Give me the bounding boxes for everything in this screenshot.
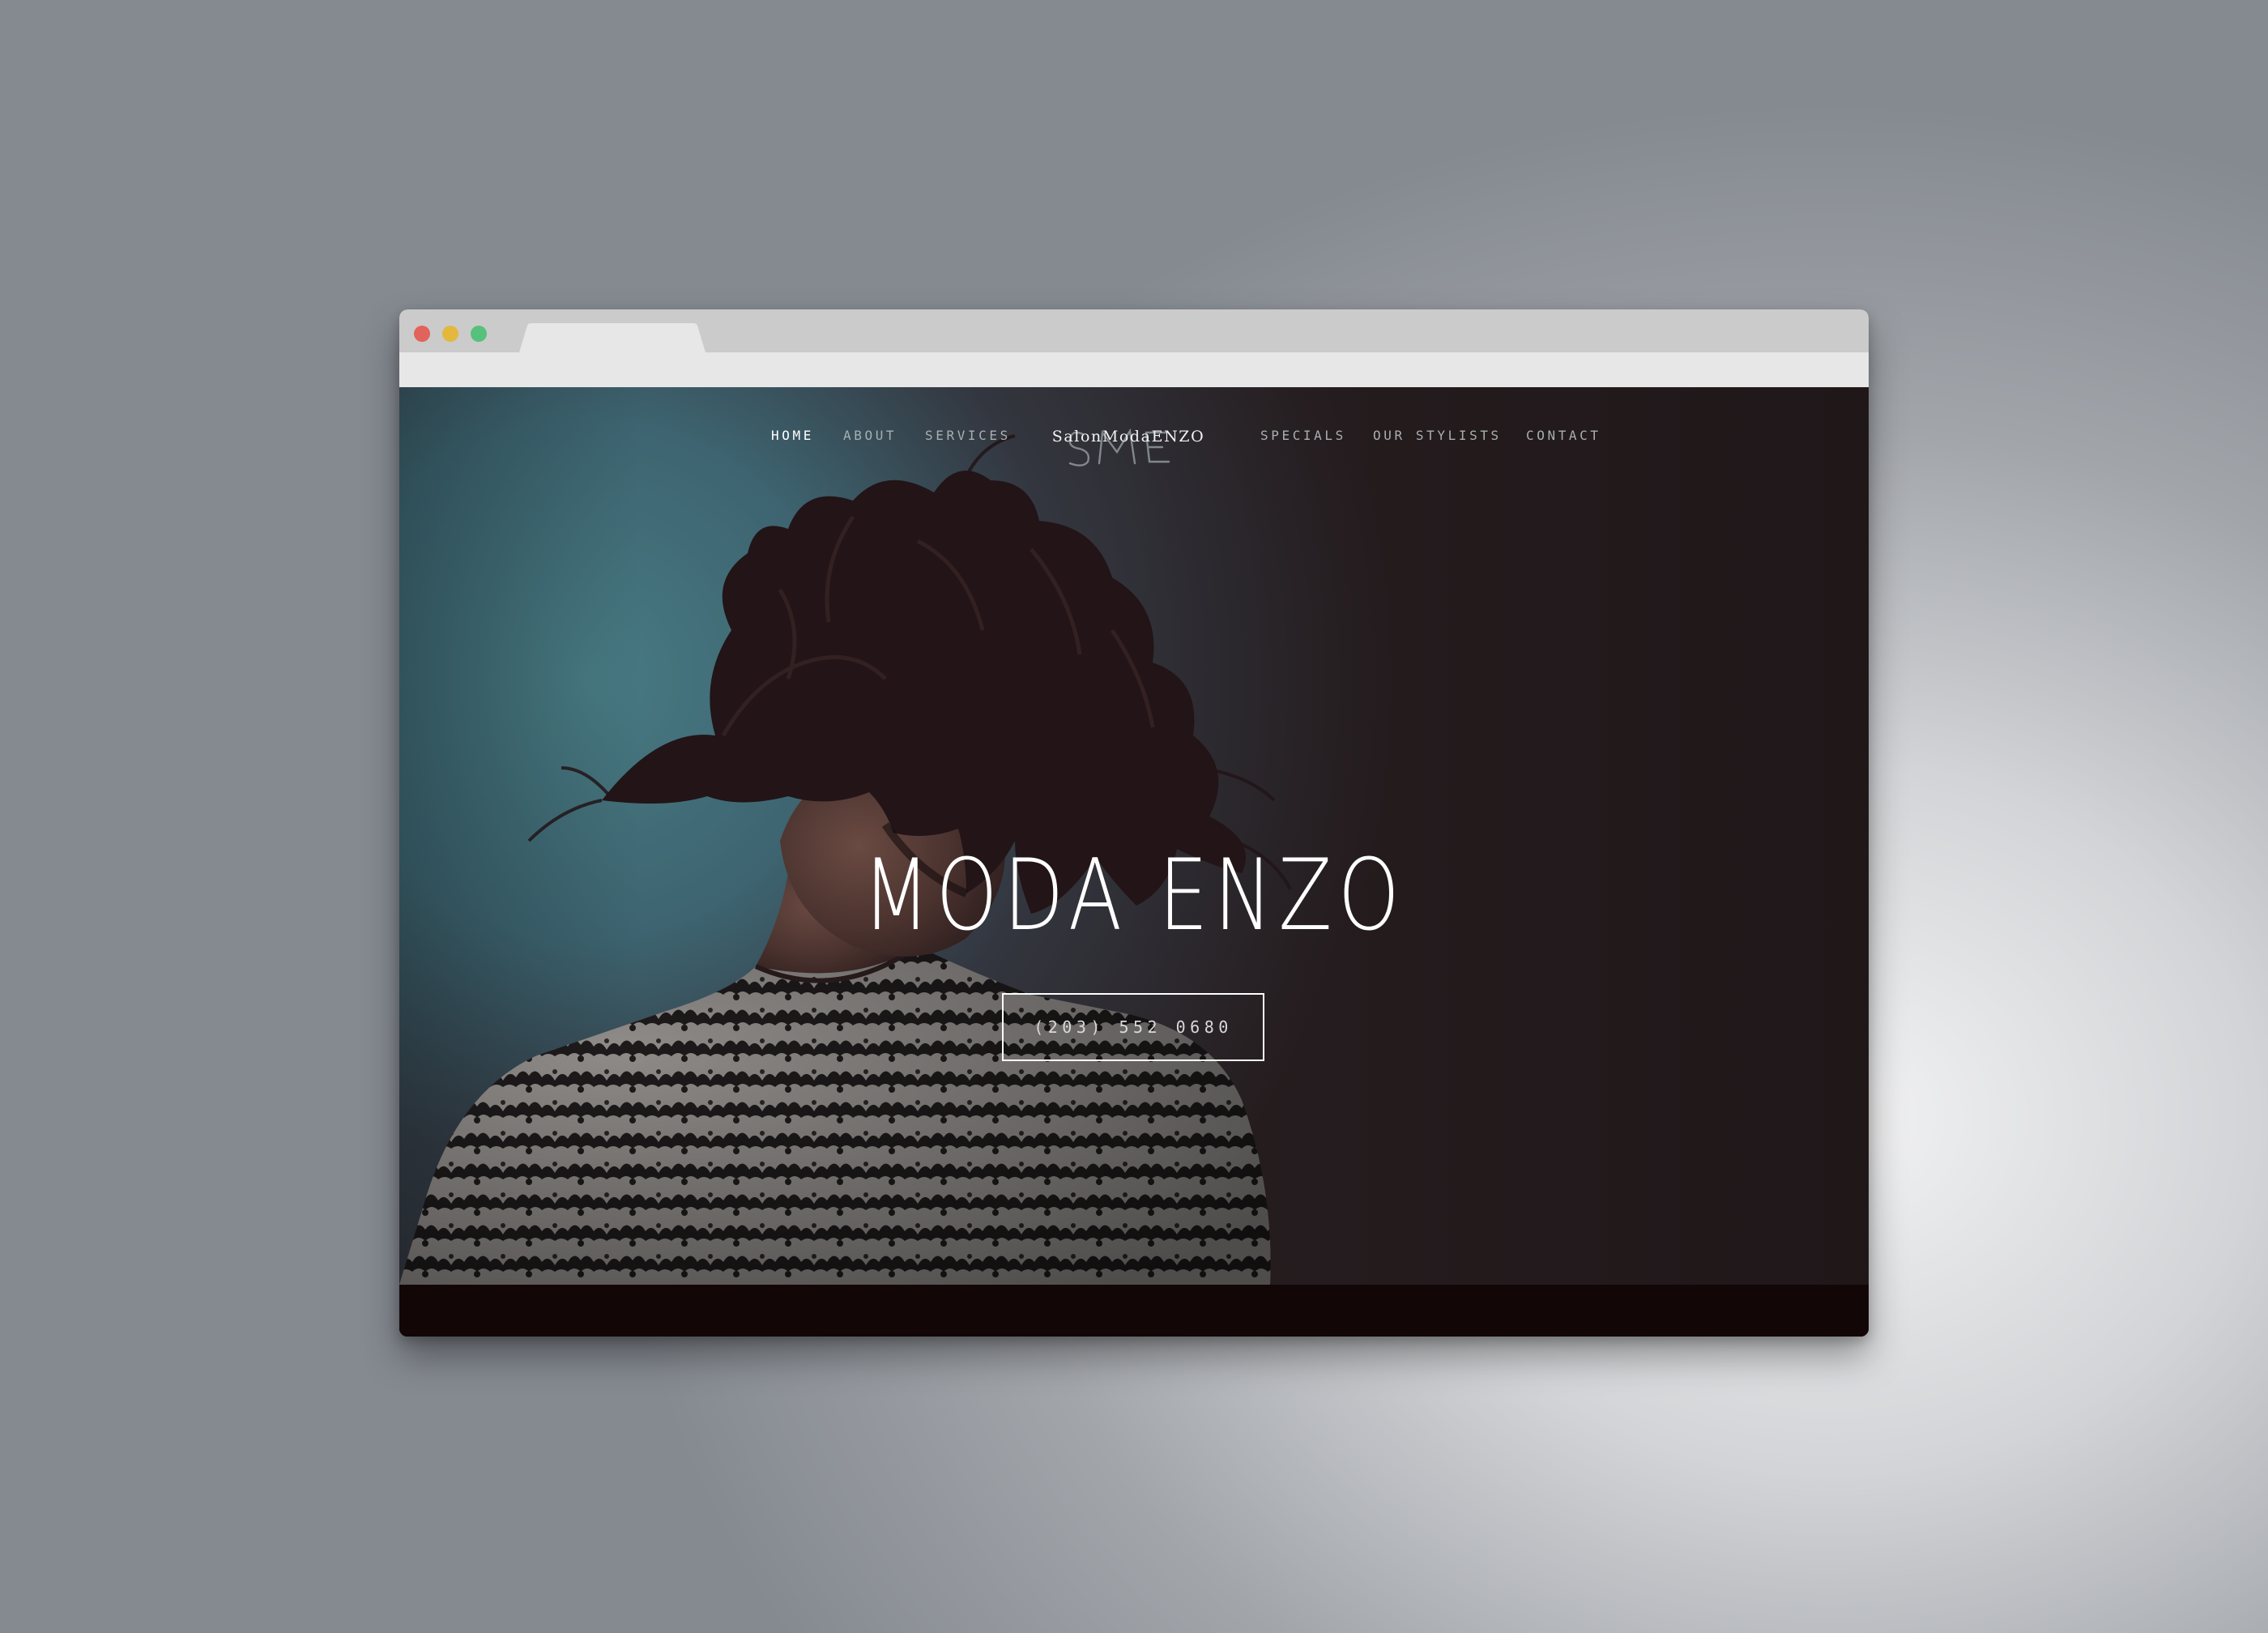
main-navigation: HOME ABOUT SERVICES SalonModaENZO SPECIA… (399, 387, 1869, 501)
hero-photo (399, 387, 1869, 1285)
site-logo[interactable]: SalonModaENZO (1047, 411, 1209, 468)
browser-tab-bar (399, 309, 1869, 352)
phone-number: (203) 552 0680 (1034, 1017, 1233, 1037)
nav-link-home[interactable]: HOME (771, 428, 814, 443)
nav-link-specials[interactable]: SPECIALS (1260, 428, 1346, 443)
maximize-window-button[interactable] (471, 326, 487, 342)
nav-link-services[interactable]: SERVICES (925, 428, 1011, 443)
minimize-window-button[interactable] (442, 326, 458, 342)
close-window-button[interactable] (414, 326, 430, 342)
nav-link-about[interactable]: ABOUT (843, 428, 897, 443)
page-viewport: HOME ABOUT SERVICES SalonModaENZO SPECIA… (399, 387, 1869, 1337)
nav-link-our-stylists[interactable]: OUR STYLISTS (1373, 428, 1502, 443)
nav-link-contact[interactable]: CONTACT (1526, 428, 1601, 443)
footer-bar (399, 1285, 1869, 1337)
phone-call-button[interactable]: (203) 552 0680 (1002, 993, 1264, 1061)
hero-section: HOME ABOUT SERVICES SalonModaENZO SPECIA… (399, 387, 1869, 1285)
hero-title: MODA ENZO (862, 838, 1406, 953)
browser-tab[interactable] (519, 323, 706, 352)
browser-window: HOME ABOUT SERVICES SalonModaENZO SPECIA… (399, 309, 1869, 1337)
browser-address-bar[interactable] (399, 352, 1869, 387)
logo-text: SalonModaENZO (1051, 428, 1205, 446)
